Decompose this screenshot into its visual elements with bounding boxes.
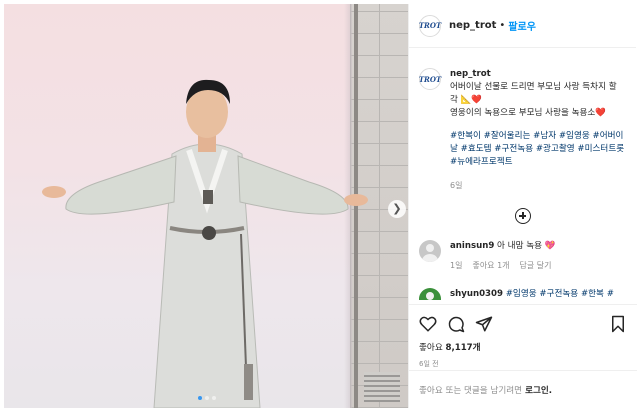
- login-prompt-text: 좋아요 또는 댓글을 남기려면: [419, 385, 523, 396]
- man-in-hanbok-figure: [42, 79, 368, 408]
- comment-username[interactable]: shyun0309: [450, 289, 503, 299]
- carousel-dot-active[interactable]: [198, 396, 202, 400]
- carousel-dots: [198, 396, 216, 400]
- comment-time[interactable]: 1일: [450, 259, 462, 272]
- comment-text[interactable]: #임영웅 #구전녹용 #한복 #: [506, 289, 614, 299]
- caption-username[interactable]: nep_trot: [450, 68, 627, 81]
- avatar[interactable]: TROT: [418, 14, 442, 37]
- avatar[interactable]: [419, 240, 441, 262]
- list-item: shyun0309 #임영웅 #구전녹용 #한복 #: [419, 288, 627, 300]
- caption-text-line2: 영웅이의 녹용으로 부모님 사랑을 녹용소❤️: [450, 108, 607, 118]
- comments-list[interactable]: TROT nep_trot 어버이날 선물로 드리면 부모님 사랑 득차지 할 …: [409, 48, 637, 300]
- likes-number: 8,117개: [445, 343, 481, 353]
- post-photo[interactable]: ❯: [4, 4, 408, 408]
- post-time[interactable]: 6일 전: [419, 359, 627, 369]
- likes-count[interactable]: 좋아요 8,117개: [419, 341, 627, 353]
- caption-text-line1: 어버이날 선물로 드리면 부모님 사랑 득차지 할 각 📐❤️: [450, 82, 617, 105]
- bookmark-icon[interactable]: [609, 315, 627, 333]
- add-circle-icon[interactable]: [515, 208, 531, 224]
- heart-icon[interactable]: [419, 315, 437, 333]
- avatar[interactable]: [419, 288, 441, 300]
- comment-username[interactable]: aninsun9: [450, 241, 494, 251]
- caption-avatar[interactable]: TROT: [419, 68, 441, 90]
- avatar-logo-text: TROT: [418, 21, 442, 30]
- caption-time[interactable]: 6일: [450, 179, 627, 192]
- comment-icon[interactable]: [447, 315, 465, 333]
- login-prompt-bar: 좋아요 또는 댓글을 남기려면 로그인.: [409, 370, 637, 408]
- list-item: aninsun9 아 내맘 녹용 💖 1일 좋아요 1개 답글 달기: [419, 240, 627, 272]
- login-link[interactable]: 로그인.: [525, 384, 552, 396]
- header-username[interactable]: nep_trot: [449, 20, 496, 31]
- chevron-right-icon[interactable]: ❯: [388, 200, 406, 218]
- post-caption: TROT nep_trot 어버이날 선물로 드리면 부모님 사랑 득차지 할 …: [419, 68, 627, 192]
- avatar-logo-text: TROT: [418, 74, 442, 84]
- post-header: TROT nep_trot • 팔로우: [409, 4, 636, 48]
- likes-label: 좋아요: [419, 343, 443, 353]
- carousel-dot[interactable]: [212, 396, 216, 400]
- header-separator: •: [499, 20, 506, 31]
- reply-button[interactable]: 답글 달기: [520, 259, 552, 272]
- action-bar: 좋아요 8,117개 6일 전: [409, 304, 637, 369]
- post-side-panel: TROT nep_trot • 팔로우 TROT nep_trot 어버이날 선…: [408, 4, 637, 408]
- instagram-post-window: ❯ TROT nep_trot • 팔로우 TROT nep_trot 어버이날…: [0, 0, 640, 415]
- follow-button[interactable]: 팔로우: [508, 18, 536, 33]
- comment-likes[interactable]: 좋아요 1개: [472, 259, 509, 272]
- caption-hashtags[interactable]: #한복이 #잘어울리는 #남자 #임영웅 #어버이날 #효도템 #구전녹용 #광…: [450, 130, 627, 169]
- comment-text: 아 내맘 녹용 💖: [497, 241, 556, 251]
- share-icon[interactable]: [475, 315, 493, 333]
- carousel-dot[interactable]: [205, 396, 209, 400]
